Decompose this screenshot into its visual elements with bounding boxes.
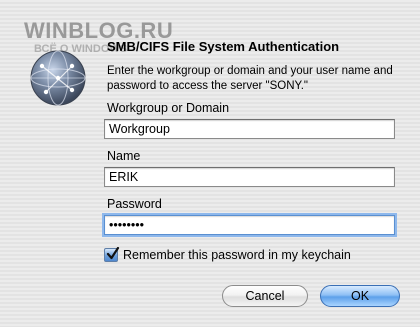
dialog-description: Enter the workgroup or domain and your u… <box>107 65 393 92</box>
remember-password-row[interactable]: Remember this password in my keychain <box>104 247 351 262</box>
checkmark-icon <box>106 247 120 260</box>
workgroup-field[interactable] <box>104 119 395 139</box>
name-field[interactable] <box>104 167 395 187</box>
network-globe-icon <box>30 50 86 106</box>
remember-password-label[interactable]: Remember this password in my keychain <box>123 248 351 262</box>
name-label: Name <box>107 149 141 163</box>
ok-button[interactable]: OK <box>320 285 400 307</box>
dialog-title: SMB/CIFS File System Authentication <box>107 39 340 54</box>
workgroup-label: Workgroup or Domain <box>107 101 230 115</box>
cancel-button[interactable]: Cancel <box>222 285 308 307</box>
remember-password-checkbox[interactable] <box>104 247 120 262</box>
password-field[interactable] <box>104 215 395 235</box>
auth-dialog: WINBLOG.RU ВСЁ О WINDOWS SMB/CIFS File S… <box>0 0 420 327</box>
password-label: Password <box>107 197 162 211</box>
